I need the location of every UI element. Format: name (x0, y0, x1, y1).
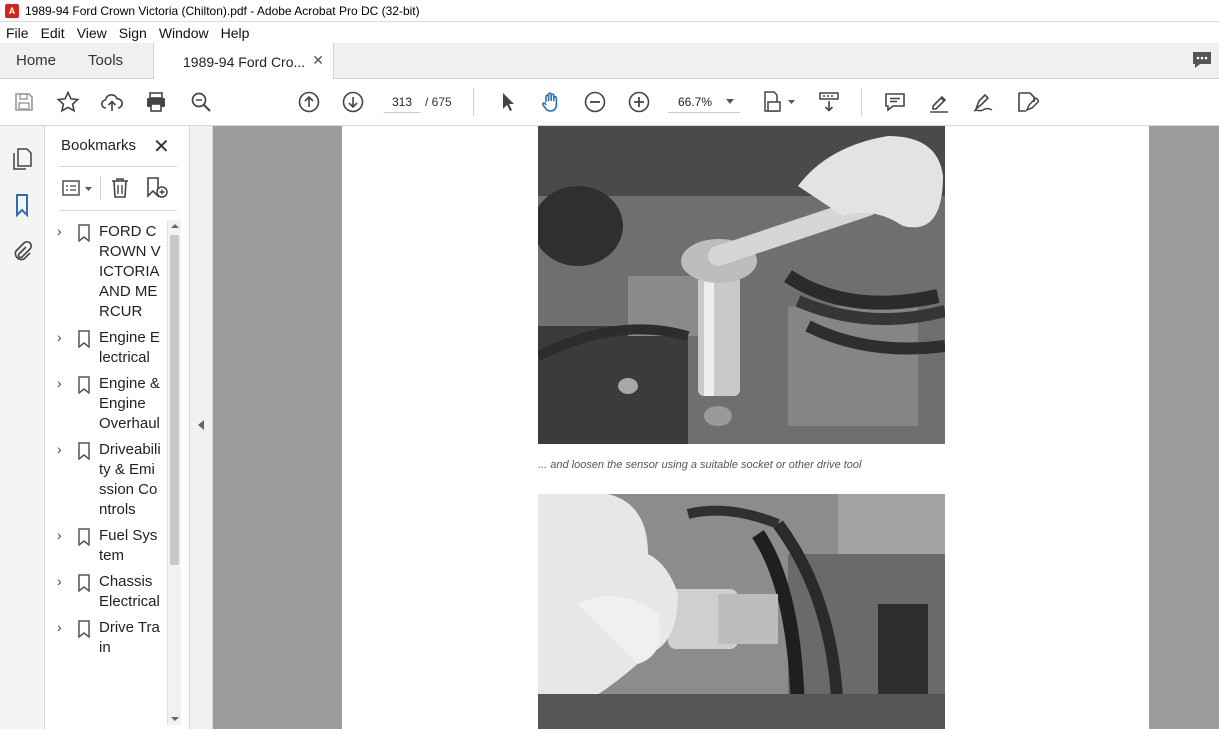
delete-trash-icon[interactable] (109, 176, 131, 203)
collapse-arrow-icon[interactable] (198, 420, 204, 430)
select-arrow-icon[interactable] (495, 90, 519, 114)
menu-help[interactable]: Help (215, 25, 256, 41)
bookmark-item[interactable]: › Fuel System (55, 526, 170, 566)
bookmark-item[interactable]: › Engine Electrical (55, 328, 170, 368)
page-thumbnails-icon[interactable] (10, 147, 34, 171)
bookmark-label: Drive Train (99, 619, 160, 656)
bookmark-panel-icon[interactable] (10, 193, 34, 217)
tab-tools[interactable]: Tools (72, 43, 139, 78)
toolbar-divider (861, 88, 862, 116)
bookmark-toolbar (59, 176, 179, 202)
menu-edit[interactable]: Edit (35, 25, 71, 41)
bookmark-label: Driveability & Emission Controls (99, 441, 161, 518)
zoom-in-icon[interactable] (627, 90, 651, 114)
bookmark-flag-icon (77, 440, 97, 520)
scroll-down-arrow-icon[interactable] (171, 716, 179, 722)
bookmark-list: › FORD CROWN VICTORIA AND MERCUR › Engin… (55, 222, 170, 664)
next-page-icon[interactable] (341, 90, 365, 114)
bookmark-flag-icon (77, 572, 97, 612)
expand-chevron-icon[interactable]: › (57, 618, 71, 658)
document-viewer[interactable]: ... and loosen the sensor using a suitab… (213, 126, 1219, 729)
bookmark-flag-icon (77, 526, 97, 566)
main-toolbar (0, 79, 1219, 126)
panel-divider (59, 166, 177, 167)
toolbar-divider (473, 88, 474, 116)
bookmark-label: Engine & Engine Overhaul (99, 375, 160, 432)
expand-chevron-icon[interactable]: › (57, 328, 71, 368)
tab-document-label: 1989-94 Ford Cro... (183, 53, 306, 70)
tab-bar: Home Tools 1989-94 Ford Cro... ✕ (0, 43, 1219, 80)
zoom-out-icon[interactable] (583, 90, 607, 114)
navigation-rail (0, 126, 45, 729)
upload-cloud-icon[interactable] (100, 90, 124, 114)
page-total: / 675 (425, 95, 452, 109)
panel-divider (59, 210, 177, 211)
menu-window[interactable]: Window (153, 25, 215, 41)
pdf-page: ... and loosen the sensor using a suitab… (342, 126, 1149, 729)
tab-document[interactable]: 1989-94 Ford Cro... ✕ (153, 43, 334, 80)
bookmark-label: Fuel System (99, 527, 158, 564)
highlight-pen-icon[interactable] (927, 90, 951, 114)
bookmark-item[interactable]: › Engine & Engine Overhaul (55, 374, 170, 434)
fill-sign-icon[interactable] (1015, 90, 1039, 114)
close-tab-icon[interactable]: ✕ (312, 52, 324, 69)
previous-page-icon[interactable] (297, 90, 321, 114)
bookmark-flag-icon (77, 374, 97, 434)
menu-view[interactable]: View (71, 25, 113, 41)
chevron-down-icon (726, 99, 734, 104)
zoom-search-icon[interactable] (189, 90, 213, 114)
bookmark-item[interactable]: › Driveability & Emission Controls (55, 440, 170, 520)
tab-home[interactable]: Home (0, 43, 72, 78)
menu-bar: File Edit View Sign Window Help (0, 22, 1219, 43)
bookmark-item[interactable]: › Drive Train (55, 618, 170, 658)
star-icon[interactable] (56, 90, 80, 114)
engine-photo-ratchet (538, 126, 945, 444)
expand-chevron-icon[interactable]: › (57, 526, 71, 566)
zoom-value: 66.7% (678, 95, 713, 109)
close-panel-icon[interactable]: ✕ (153, 134, 170, 159)
acrobat-app-icon: A (5, 3, 19, 18)
add-bookmark-icon[interactable] (145, 176, 171, 203)
page-number-value: 313 (391, 95, 413, 109)
comment-icon[interactable] (883, 90, 907, 114)
bookmarks-panel: Bookmarks ✕ › FORD CROWN VICTORIA AND ME… (45, 126, 190, 729)
attachment-paperclip-icon[interactable] (10, 239, 34, 263)
bookmark-flag-icon (77, 328, 97, 368)
bookmark-item[interactable]: › Chassis Electrical (55, 572, 170, 612)
expand-chevron-icon[interactable]: › (57, 440, 71, 520)
bookmark-label: Engine Electrical (99, 329, 160, 366)
expand-chevron-icon[interactable]: › (57, 222, 71, 322)
bookmark-options-icon[interactable] (61, 178, 95, 201)
page-number-input[interactable]: 313 (383, 91, 421, 113)
window-title: 1989-94 Ford Crown Victoria (Chilton).pd… (25, 3, 420, 18)
engine-photo-sensor (538, 494, 945, 729)
window-titlebar: A 1989-94 Ford Crown Victoria (Chilton).… (0, 0, 1219, 22)
bookmark-label: Chassis Electrical (99, 573, 160, 610)
comment-bubble-icon[interactable] (1191, 50, 1213, 70)
print-icon[interactable] (144, 90, 168, 114)
save-icon[interactable] (12, 90, 36, 114)
hand-tool-icon[interactable] (539, 90, 563, 114)
figure-caption: ... and loosen the sensor using a suitab… (538, 459, 862, 471)
bookmarks-header: Bookmarks (61, 137, 137, 154)
page-display-icon[interactable] (762, 90, 798, 114)
scroll-mode-icon[interactable] (817, 90, 841, 114)
bookmark-item[interactable]: › FORD CROWN VICTORIA AND MERCUR (55, 222, 170, 322)
bookmark-flag-icon (77, 618, 97, 658)
bookmarks-scrollbar[interactable] (167, 220, 181, 725)
bookmark-flag-icon (77, 222, 97, 322)
panel-collapse-strip[interactable] (190, 126, 213, 729)
scroll-up-arrow-icon[interactable] (171, 223, 179, 229)
draw-sign-icon[interactable] (971, 90, 995, 114)
expand-chevron-icon[interactable]: › (57, 572, 71, 612)
bookmark-label: FORD CROWN VICTORIA AND MERCUR (99, 223, 161, 320)
zoom-dropdown[interactable]: 66.7% (668, 91, 740, 113)
menu-file[interactable]: File (0, 25, 35, 41)
scrollbar-thumb[interactable] (170, 235, 179, 565)
menu-sign[interactable]: Sign (113, 25, 153, 41)
toolbar-divider (100, 176, 101, 200)
expand-chevron-icon[interactable]: › (57, 374, 71, 434)
